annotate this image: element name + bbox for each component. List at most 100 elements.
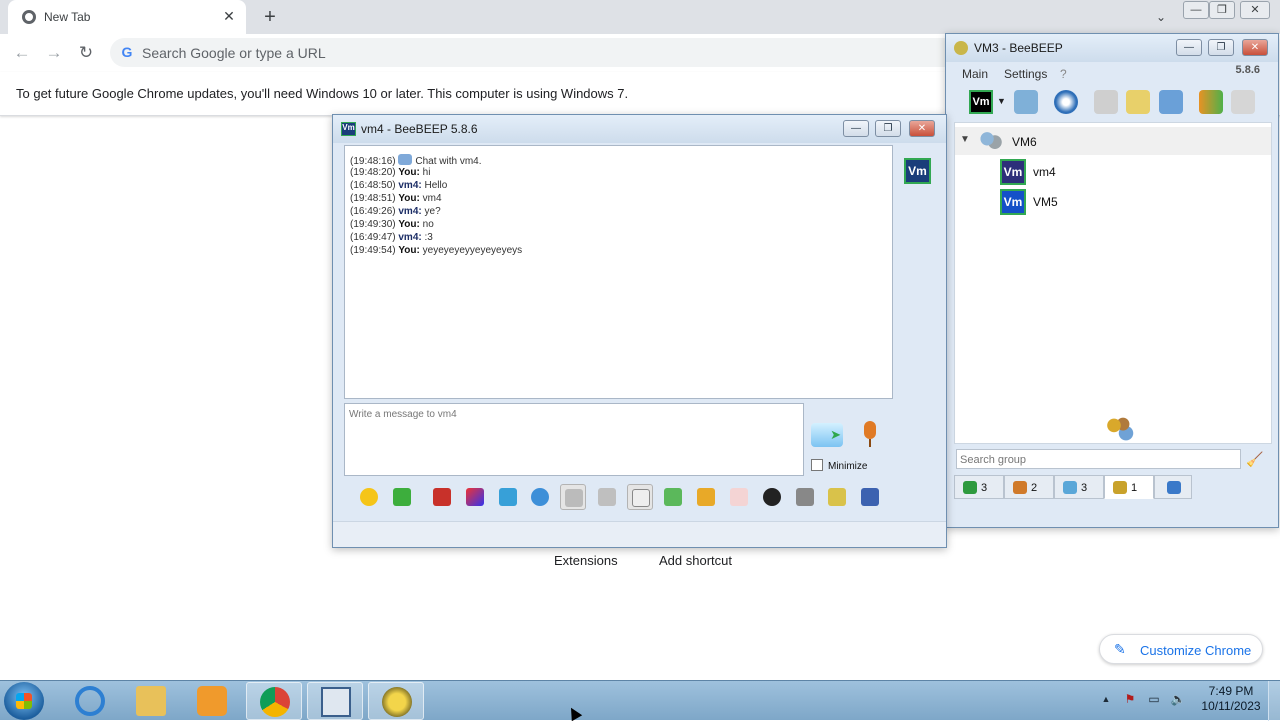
checkbox-box[interactable] — [811, 459, 823, 471]
pencil-icon[interactable] — [1126, 90, 1150, 114]
voice-message-button[interactable] — [860, 421, 880, 449]
user-name-vm4: vm4 — [1033, 165, 1056, 179]
tray-arrow-icon[interactable]: ▲ — [1098, 691, 1114, 707]
vm4-avatar: Vm — [1000, 159, 1026, 185]
media-player-icon[interactable] — [184, 682, 240, 720]
chat-history[interactable]: (19:48:16) Chat with vm4. (19:48:20) You… — [344, 145, 893, 399]
beebeep-icon[interactable] — [368, 682, 424, 720]
search-group-placeholder: Search group — [960, 454, 1027, 466]
color-icon[interactable] — [462, 484, 488, 510]
tab-new-tab[interactable]: New Tab ✕ — [8, 0, 246, 34]
chrome-icon[interactable] — [246, 682, 302, 720]
minimize-checkbox[interactable]: Minimize — [811, 459, 867, 472]
clear-search-icon[interactable]: 🧹 — [1246, 451, 1263, 467]
tab-group-members[interactable]: 1 — [1104, 475, 1154, 499]
customize-chrome-button[interactable]: ✎ Customize Chrome — [1099, 634, 1263, 664]
network-tray-icon[interactable]: ▭ — [1146, 691, 1162, 707]
tab-strip: New Tab ✕ + ⌄ — ❐ ✕ — [0, 0, 1280, 34]
chat-maximize-button[interactable]: ❐ — [875, 120, 901, 137]
reload-icon[interactable]: ↻ — [74, 41, 98, 65]
tab-title: New Tab — [44, 10, 91, 24]
forward-icon[interactable]: → — [42, 41, 66, 65]
emoticons-icon[interactable] — [356, 484, 382, 510]
send-file-icon[interactable] — [660, 484, 686, 510]
message-input[interactable]: Write a message to vm4 — [344, 403, 804, 476]
collapse-arrow-icon[interactable]: ▼ — [960, 134, 970, 145]
tree-user-vm4[interactable]: Vm vm4 — [1000, 159, 1200, 185]
menu-main[interactable]: Main — [962, 67, 988, 81]
chrome-close-button[interactable]: ✕ — [1240, 1, 1270, 19]
chrome-restore-button[interactable]: ❐ — [1209, 1, 1235, 19]
new-tab-button[interactable]: + — [258, 5, 282, 29]
tree-user-vm5[interactable]: Vm VM5 — [1000, 189, 1200, 215]
chat-close-button[interactable]: ✕ — [909, 120, 935, 137]
infobar-text: To get future Google Chrome updates, you… — [16, 86, 629, 101]
chrome-minimize-button[interactable]: — — [1183, 1, 1209, 19]
settings-icon[interactable] — [527, 484, 553, 510]
home-icon[interactable] — [1094, 90, 1118, 114]
menu-help[interactable]: ? — [1060, 67, 1067, 81]
enter-send-icon[interactable] — [627, 484, 653, 510]
html-icon[interactable] — [726, 484, 752, 510]
network-icon[interactable] — [1054, 90, 1078, 114]
trash-icon[interactable] — [1231, 90, 1255, 114]
tree-group-vm6[interactable]: ▼ VM6 — [955, 127, 1271, 155]
send-folder-icon[interactable] — [693, 484, 719, 510]
action-center-flag-icon[interactable]: ⚑ — [1122, 691, 1138, 707]
spellcheck-icon[interactable] — [560, 484, 586, 510]
status-dropdown-icon[interactable]: ▼ — [997, 96, 1006, 106]
shortcut-extensions[interactable]: Extensions — [554, 553, 618, 568]
history-icon[interactable] — [792, 484, 818, 510]
remote-desktop-icon[interactable] — [307, 682, 363, 720]
tab-chats[interactable]: 3 — [1054, 475, 1104, 499]
file-explorer-icon[interactable] — [123, 682, 179, 720]
send-message-button[interactable] — [811, 423, 843, 447]
chat-minimize-button[interactable]: — — [843, 120, 869, 137]
chat-line: (16:49:47) vm4: :3 — [350, 232, 433, 243]
group-members-tab-icon — [1113, 481, 1127, 494]
address-bar[interactable]: G Search Google or type a URL — [110, 38, 1010, 67]
chat-partner-avatar[interactable]: Vm — [904, 158, 931, 184]
main-titlebar[interactable]: VM3 - BeeBEEP — ❐ ✕ — [946, 34, 1278, 62]
main-maximize-button[interactable]: ❐ — [1208, 39, 1234, 56]
folder-glyph — [697, 488, 715, 506]
shortcut-add[interactable]: Add shortcut — [659, 553, 732, 568]
main-minimize-button[interactable]: — — [1176, 39, 1202, 56]
search-group-input[interactable]: Search group — [956, 449, 1241, 469]
save-icon[interactable] — [389, 484, 415, 510]
plugin-tab-icon — [1167, 481, 1181, 494]
internet-explorer-icon[interactable] — [62, 682, 118, 720]
start-button[interactable] — [4, 682, 44, 720]
edit-profile-icon[interactable] — [1014, 90, 1038, 114]
main-close-button[interactable]: ✕ — [1242, 39, 1268, 56]
word-complete-icon[interactable] — [594, 484, 620, 510]
edit-icon[interactable] — [824, 484, 850, 510]
save-chat-icon[interactable] — [857, 484, 883, 510]
volume-icon[interactable]: 🔈 — [1170, 691, 1186, 707]
taskbar-clock[interactable]: 7:49 PM 10/11/2023 — [1196, 684, 1266, 714]
microphone-icon — [864, 421, 876, 439]
group-members-icon — [1105, 415, 1135, 441]
tab-users[interactable]: 3 — [954, 475, 1004, 499]
filter-icon[interactable] — [495, 484, 521, 510]
tab-plugins[interactable] — [1154, 475, 1192, 499]
update-icon[interactable] — [1199, 90, 1223, 114]
show-desktop-button[interactable] — [1268, 681, 1280, 721]
tab-close-icon[interactable]: ✕ — [220, 7, 238, 25]
font-icon[interactable] — [429, 484, 455, 510]
self-avatar-icon[interactable]: Vm — [969, 90, 993, 114]
chat-time: (19:48:16) — [350, 156, 396, 167]
main-toolbar: Vm ▼ — [954, 86, 1272, 120]
screenshot-icon[interactable] — [759, 484, 785, 510]
menu-settings[interactable]: Settings — [1004, 67, 1047, 81]
chat-time: (16:49:26) — [350, 206, 396, 217]
filter-glyph — [499, 488, 517, 506]
tab-groups[interactable]: 2 — [1004, 475, 1054, 499]
chat-sender: vm4: — [398, 206, 422, 217]
chat-titlebar[interactable]: Vm vm4 - BeeBEEP 5.8.6 — ❐ ✕ — [333, 115, 946, 143]
back-icon[interactable]: ← — [10, 41, 34, 65]
chat-text: Hello — [424, 180, 448, 191]
tab-search-icon[interactable]: ⌄ — [1150, 6, 1172, 28]
tools-icon[interactable] — [1159, 90, 1183, 114]
bee-glyph — [382, 687, 412, 717]
